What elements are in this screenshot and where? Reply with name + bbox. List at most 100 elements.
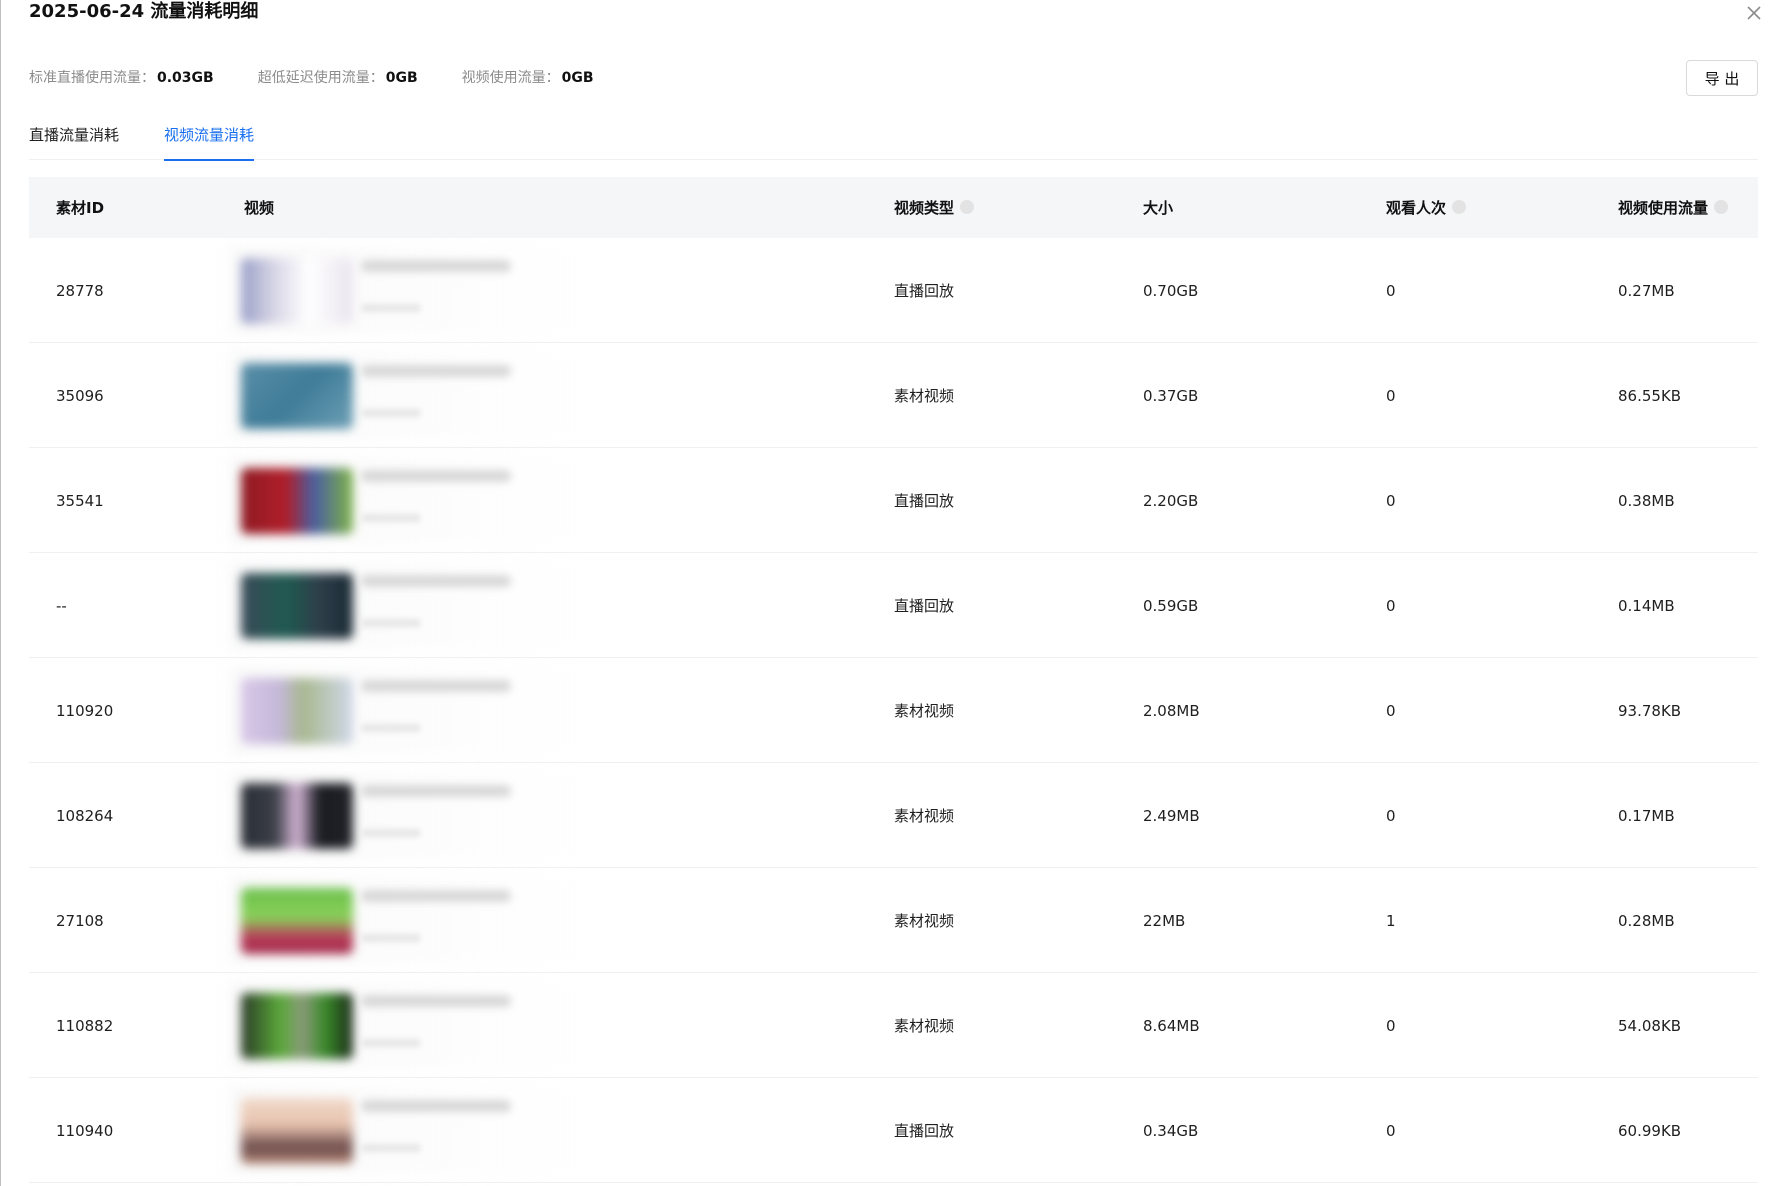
blurred-video-meta — [361, 409, 421, 417]
info-icon[interactable] — [960, 200, 975, 214]
blurred-video-meta — [361, 934, 421, 942]
cell-video-flow: 54.08KB — [1618, 1016, 1682, 1035]
cell-video-flow: 0.27MB — [1618, 281, 1675, 300]
cell-views: 0 — [1386, 281, 1396, 300]
cell-video-type: 素材视频 — [894, 1017, 955, 1035]
table-row: 27108 素材视频 22MB 1 0.28MB — [29, 868, 1758, 973]
cell-material-id: 110940 — [56, 1121, 114, 1140]
cell-video[interactable] — [217, 1078, 867, 1183]
blurred-video-meta — [361, 829, 421, 837]
cell-video-flow: 86.55KB — [1618, 386, 1682, 405]
video-preview[interactable] — [229, 456, 584, 545]
cell-video-type: 直播回放 — [894, 492, 955, 510]
video-thumbnail[interactable] — [241, 1098, 353, 1164]
table-row: 35096 素材视频 0.37GB 0 86.55KB — [29, 343, 1758, 448]
header-material-id: 素材ID — [56, 199, 105, 217]
cell-video[interactable] — [217, 448, 867, 553]
video-thumbnail[interactable] — [241, 363, 353, 429]
header-video-flow: 视频使用流量 — [1591, 197, 1758, 218]
header-video-type: 视频类型 — [867, 197, 1116, 218]
cell-video-type: 素材视频 — [894, 387, 955, 405]
video-thumbnail[interactable] — [241, 573, 353, 639]
video-thumbnail[interactable] — [241, 783, 353, 849]
cell-size: 2.49MB — [1143, 806, 1200, 825]
tab-video-traffic[interactable]: 视频流量消耗 — [164, 118, 255, 161]
cell-video[interactable] — [217, 343, 867, 448]
video-preview[interactable] — [229, 351, 584, 440]
cell-video[interactable] — [217, 553, 867, 658]
cell-views: 0 — [1386, 491, 1396, 510]
blurred-video-name — [361, 785, 511, 797]
cell-video[interactable] — [217, 868, 867, 973]
video-thumbnail[interactable] — [241, 888, 353, 954]
info-icon[interactable] — [1714, 200, 1729, 214]
summary-label: 视频使用流量： — [461, 70, 560, 86]
video-preview[interactable] — [229, 876, 584, 965]
cell-video-flow: 0.28MB — [1618, 911, 1675, 930]
summary-value: 0.03GB — [157, 70, 214, 86]
cell-video[interactable] — [217, 973, 867, 1078]
tab-live-traffic[interactable]: 直播流量消耗 — [29, 118, 119, 160]
cell-size: 0.59GB — [1143, 596, 1199, 615]
video-thumbnail[interactable] — [241, 468, 353, 534]
table-row: 110940 直播回放 0.34GB 0 60.99KB — [29, 1078, 1758, 1183]
traffic-summary: 标准直播使用流量： 0.03GB 超低延迟使用流量： 0GB 视频使用流量： 0… — [29, 68, 638, 88]
cell-video[interactable] — [217, 238, 867, 343]
blurred-video-name — [361, 260, 511, 272]
close-icon[interactable] — [1741, 0, 1767, 26]
video-preview[interactable] — [229, 771, 584, 860]
summary-value: 0GB — [561, 70, 594, 86]
cell-video-flow: 0.38MB — [1618, 491, 1675, 510]
cell-views: 0 — [1386, 806, 1396, 825]
blurred-video-name — [361, 365, 511, 377]
blurred-video-name — [361, 995, 511, 1007]
table-row: 110920 素材视频 2.08MB 0 93.78KB — [29, 658, 1758, 763]
header-video: 视频 — [244, 199, 275, 217]
video-preview[interactable] — [229, 1086, 584, 1175]
table-header: 素材ID 视频 视频类型 大小 观看人次 视频使用流量 — [29, 177, 1758, 238]
cell-material-id: 35096 — [56, 386, 104, 405]
cell-size: 8.64MB — [1143, 1016, 1200, 1035]
cell-material-id: 27108 — [56, 911, 104, 930]
video-preview[interactable] — [229, 246, 584, 335]
cell-video-flow: 0.14MB — [1618, 596, 1675, 615]
tab-bar: 直播流量消耗 视频流量消耗 — [29, 118, 1758, 161]
cell-video[interactable] — [217, 763, 867, 868]
table-row: 35541 直播回放 2.20GB 0 0.38MB — [29, 448, 1758, 553]
cell-views: 0 — [1386, 1121, 1396, 1140]
video-preview[interactable] — [229, 981, 584, 1070]
cell-size: 0.34GB — [1143, 1121, 1199, 1140]
video-thumbnail[interactable] — [241, 678, 353, 744]
video-preview[interactable] — [229, 666, 584, 755]
cell-size: 0.37GB — [1143, 386, 1199, 405]
video-thumbnail[interactable] — [241, 258, 353, 324]
summary-video: 视频使用流量： 0GB — [462, 68, 594, 88]
cell-views: 1 — [1386, 911, 1396, 930]
cell-material-id: 110882 — [56, 1016, 114, 1035]
summary-value: 0GB — [385, 70, 418, 86]
header-size: 大小 — [1143, 199, 1174, 217]
cell-size: 2.08MB — [1143, 701, 1200, 720]
video-preview[interactable] — [229, 561, 584, 650]
blurred-video-name — [361, 575, 511, 587]
blurred-video-meta — [361, 514, 421, 522]
video-thumbnail[interactable] — [241, 993, 353, 1059]
cell-video[interactable] — [217, 658, 867, 763]
traffic-detail-drawer: 2025-06-24 流量消耗明细 标准直播使用流量： 0.03GB 超低延迟使… — [0, 0, 1773, 1186]
export-button[interactable]: 导 出 — [1686, 60, 1758, 96]
summary-low-latency: 超低延迟使用流量： 0GB — [258, 68, 418, 88]
summary-label: 标准直播使用流量： — [29, 70, 155, 86]
cell-material-id: 110920 — [56, 701, 114, 720]
blurred-video-name — [361, 470, 511, 482]
cell-video-type: 素材视频 — [894, 912, 955, 930]
cell-video-flow: 0.17MB — [1618, 806, 1675, 825]
header-label: 视频使用流量 — [1618, 199, 1709, 217]
info-icon[interactable] — [1452, 200, 1467, 214]
cell-material-id: 35541 — [56, 491, 104, 510]
cell-video-flow: 93.78KB — [1618, 701, 1682, 720]
cell-material-id: 28778 — [56, 281, 104, 300]
cell-views: 0 — [1386, 1016, 1396, 1035]
cell-views: 0 — [1386, 596, 1396, 615]
video-traffic-table: 素材ID 视频 视频类型 大小 观看人次 视频使用流量 28778 直播回放 0.7… — [29, 177, 1758, 1183]
cell-material-id: -- — [56, 596, 67, 615]
